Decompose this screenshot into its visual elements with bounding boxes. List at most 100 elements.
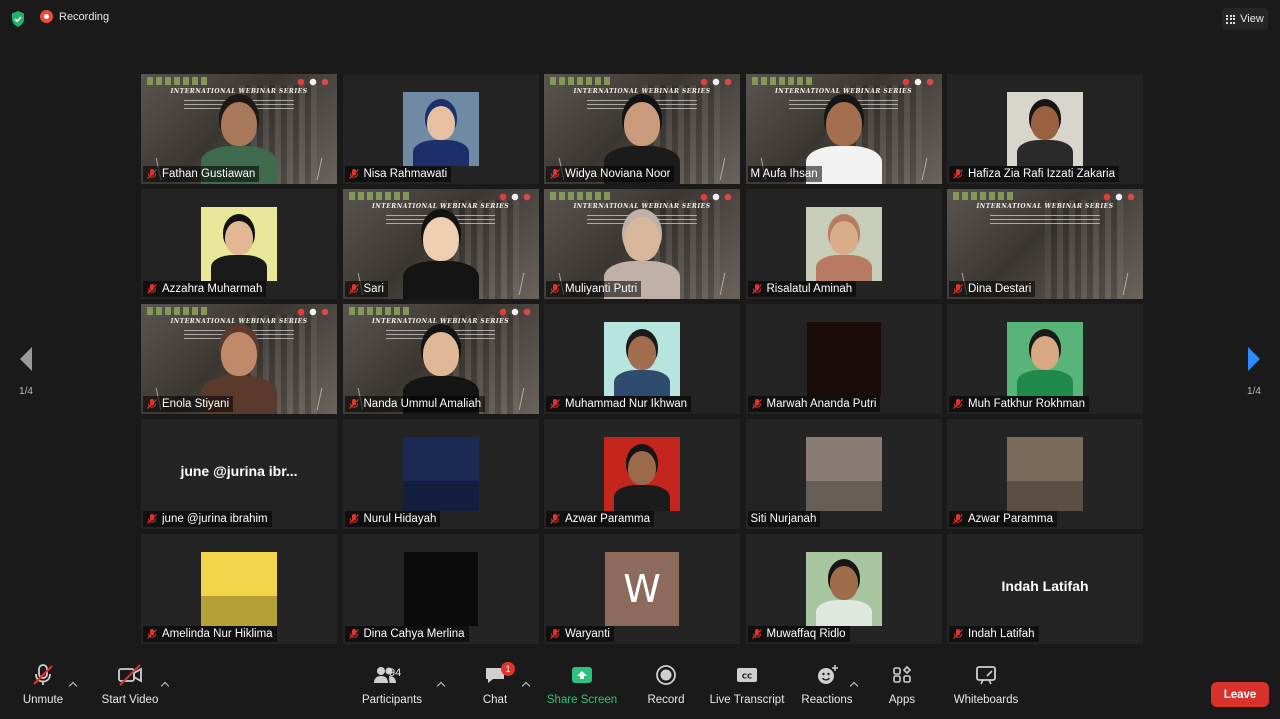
participant-name: Azzahra Muharmah [162,283,263,295]
participant-tile[interactable]: Azwar Paramma [947,419,1143,529]
start-video-label: Start Video [101,694,159,706]
participant-tile[interactable]: Muwaffaq Ridlo [745,534,942,644]
grid-view-icon [1226,14,1236,24]
muted-microphone-icon [751,284,762,294]
participant-name-bar: Muliyanti Putri [546,281,642,297]
reactions-options-caret-icon[interactable] [850,681,858,689]
participant-tile[interactable]: Muh Fatkhur Rokhman [947,304,1143,414]
participant-tile[interactable]: Muhammad Nur Ikhwan [544,304,740,414]
closed-captions-icon: CC [737,668,757,682]
participant-name: Muh Fatkhur Rokhman [968,398,1085,410]
participants-button[interactable]: 94 Participants [362,660,422,719]
participant-name: Risalatul Aminah [766,283,853,295]
participant-profile-photo [402,92,479,166]
unmute-button[interactable]: Unmute [20,660,66,719]
muted-microphone-icon [550,399,560,409]
participant-tile[interactable]: Risalatul Aminah [745,189,942,299]
muted-microphone-icon [751,399,762,409]
meeting-toolbar: Unmute Start Video 94 Participants 1 Cha… [0,660,1280,719]
record-button[interactable]: Record [646,660,686,719]
page-indicator-right: 1/4 [1247,386,1261,397]
participant-profile-photo [403,552,478,626]
participant-profile-photo [805,552,882,626]
participant-tile[interactable]: Nisa Rahmawati [342,74,539,184]
participant-name-bar: Azzahra Muharmah [143,281,267,297]
muted-microphone-icon [751,629,762,639]
participant-tile[interactable]: INTERNATIONAL WEBINAR SERIES M Aufa Ihsan [745,74,942,184]
audio-options-caret-icon[interactable] [69,681,77,689]
participant-tile[interactable]: INTERNATIONAL WEBINAR SERIES Muliyanti Pu… [544,189,740,299]
participant-name-bar: M Aufa Ihsan [747,166,822,182]
participant-tile[interactable]: INTERNATIONAL WEBINAR SERIES Widya Novian… [544,74,740,184]
participant-name: Marwah Ananda Putri [766,398,877,410]
participant-tile[interactable]: INTERNATIONAL WEBINAR SERIES Nanda Ummul … [342,304,539,414]
participant-tile[interactable]: INTERNATIONAL WEBINAR SERIES Dina Destari [947,189,1143,299]
start-video-button[interactable]: Start Video [100,660,160,719]
muted-microphone-icon [147,629,157,639]
chat-button[interactable]: 1 Chat [480,660,515,719]
participant-tile[interactable]: Azzahra Muharmah [141,189,337,299]
participant-tile[interactable]: Nurul Hidayah [342,419,539,529]
participant-tile[interactable]: june @jurina ibr... june @jurina ibrahim [141,419,337,529]
apps-button[interactable]: Apps [886,660,918,719]
participant-tile[interactable]: Hafiza Zia Rafi Izzati Zakaria [947,74,1143,184]
next-page-button[interactable]: 1/4 [1242,345,1266,397]
participant-name: Muhammad Nur Ikhwan [565,398,688,410]
apps-icon [893,665,912,683]
view-button[interactable]: View [1222,8,1268,30]
participant-tile[interactable]: Dina Cahya Merlina [342,534,539,644]
participant-tile[interactable]: Siti Nurjanah [745,419,942,529]
security-shield-icon[interactable] [10,10,26,28]
share-screen-button[interactable]: Share Screen [547,660,617,719]
participant-name: Nanda Ummul Amaliah [363,398,482,410]
participant-name-bar: Dina Cahya Merlina [344,626,469,642]
participant-tile[interactable]: INTERNATIONAL WEBINAR SERIES Enola Stiyan… [141,304,337,414]
participant-name: Azwar Paramma [565,513,650,525]
participant-tile[interactable]: Indah Latifah Indah Latifah [947,534,1143,644]
muted-microphone-icon [348,399,359,409]
top-bar: Recording View [0,0,1280,36]
participant-profile-photo [1007,437,1083,511]
participant-tile[interactable]: INTERNATIONAL WEBINAR SERIES Fathan Gusti… [141,74,337,184]
participants-count: 94 [389,667,402,679]
participant-video [391,189,491,299]
chat-options-caret-icon[interactable] [522,681,530,689]
previous-page-button[interactable]: 1/4 [14,345,38,397]
participant-name: Azwar Paramma [968,513,1053,525]
leave-button[interactable]: Leave [1211,682,1269,707]
participant-name: Amelinda Nur Hiklima [162,628,273,640]
participant-name-bar: Sari [344,281,388,297]
participant-name-bar: Azwar Paramma [949,511,1057,527]
chevron-right-icon [1248,347,1260,371]
reactions-label: Reactions [801,694,853,706]
recording-indicator[interactable]: Recording [40,10,109,23]
participant-tile[interactable]: INTERNATIONAL WEBINAR SERIES Sari [342,189,539,299]
muted-microphone-icon [147,284,157,294]
participant-tile[interactable]: Marwah Ananda Putri [745,304,942,414]
participant-name: Waryanti [565,628,610,640]
whiteboard-icon [976,666,996,685]
participant-profile-photo [201,207,277,281]
live-transcript-button[interactable]: CC Live Transcript [709,660,785,719]
participant-tile[interactable]: Azwar Paramma [544,419,740,529]
smiley-reactions-icon [818,665,838,684]
participant-tile[interactable]: Amelinda Nur Hiklima [141,534,337,644]
video-options-caret-icon[interactable] [161,681,169,689]
whiteboards-button[interactable]: Whiteboards [951,660,1021,719]
muted-microphone-icon [953,629,963,639]
participant-tile[interactable]: W Waryanti [544,534,740,644]
recording-dot-icon [40,10,53,23]
live-transcript-label: Live Transcript [709,694,785,706]
slide-title: INTERNATIONAL WEBINAR SERIES [976,203,1114,210]
microphone-muted-icon [33,664,53,685]
participants-options-caret-icon[interactable] [437,681,445,689]
muted-microphone-icon [348,284,359,294]
muted-microphone-icon [147,399,157,409]
muted-microphone-icon [147,514,157,524]
participant-name-bar: Indah Latifah [949,626,1039,642]
reactions-button[interactable]: Reactions [801,660,853,719]
participant-name-bar: Enola Stiyani [143,396,234,412]
participant-name: Sari [363,283,384,295]
chat-label: Chat [482,694,508,706]
muted-microphone-icon [550,284,560,294]
